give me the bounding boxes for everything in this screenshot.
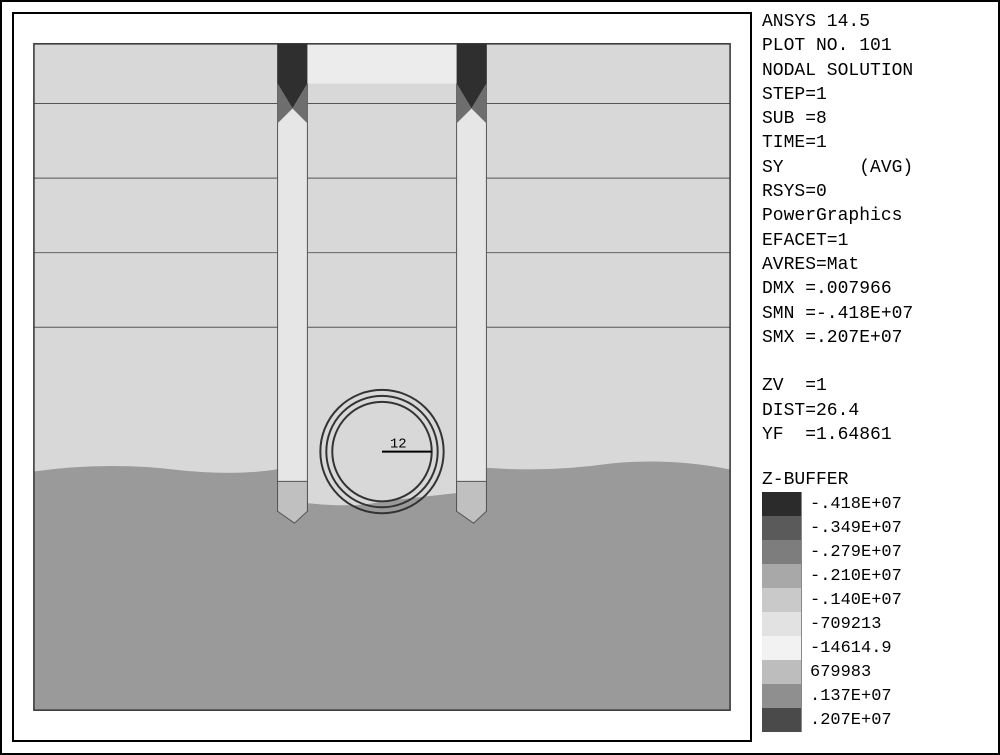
legend-value: -709213: [802, 615, 881, 634]
plot-area: 12: [12, 12, 752, 742]
legend-value: -.210E+07: [802, 567, 902, 586]
contour-plot: 12: [14, 14, 750, 740]
legend-value: .137E+07: [802, 687, 892, 706]
legend-swatch: [762, 636, 802, 660]
legend-value: -.140E+07: [802, 591, 902, 610]
legend-row: -.418E+07: [762, 492, 992, 516]
legend-row: .137E+07: [762, 684, 992, 708]
legend-row: .207E+07: [762, 708, 992, 732]
legend-swatch: [762, 492, 802, 516]
legend-swatch: [762, 588, 802, 612]
legend-value: .207E+07: [802, 711, 892, 730]
legend-value: -14614.9: [802, 639, 892, 658]
legend-swatch: [762, 684, 802, 708]
legend-row: -.279E+07: [762, 540, 992, 564]
legend: Z-BUFFER -.418E+07 -.349E+07 -.279E+07 -.21…: [762, 470, 992, 732]
legend-value: 679983: [802, 663, 871, 682]
legend-swatch: [762, 612, 802, 636]
legend-swatch: [762, 660, 802, 684]
legend-swatch: [762, 540, 802, 564]
legend-row: -14614.9: [762, 636, 992, 660]
legend-value: -.418E+07: [802, 495, 902, 514]
legend-value: -.279E+07: [802, 543, 902, 562]
legend-row: 679983: [762, 660, 992, 684]
left-wall: [278, 44, 308, 523]
legend-swatch: [762, 708, 802, 732]
tunnel-ring: 12: [320, 390, 443, 513]
legend-title: Z-BUFFER: [762, 470, 992, 490]
legend-row: -.140E+07: [762, 588, 992, 612]
legend-swatch: [762, 564, 802, 588]
legend-swatch: [762, 516, 802, 540]
right-wall: [457, 44, 487, 523]
radius-label: 12: [390, 437, 407, 453]
info-panel: ANSYS 14.5 PLOT NO. 101 NODAL SOLUTION S…: [762, 10, 992, 447]
legend-value: -.349E+07: [802, 519, 902, 538]
legend-row: -.349E+07: [762, 516, 992, 540]
legend-row: -709213: [762, 612, 992, 636]
legend-row: -.210E+07: [762, 564, 992, 588]
